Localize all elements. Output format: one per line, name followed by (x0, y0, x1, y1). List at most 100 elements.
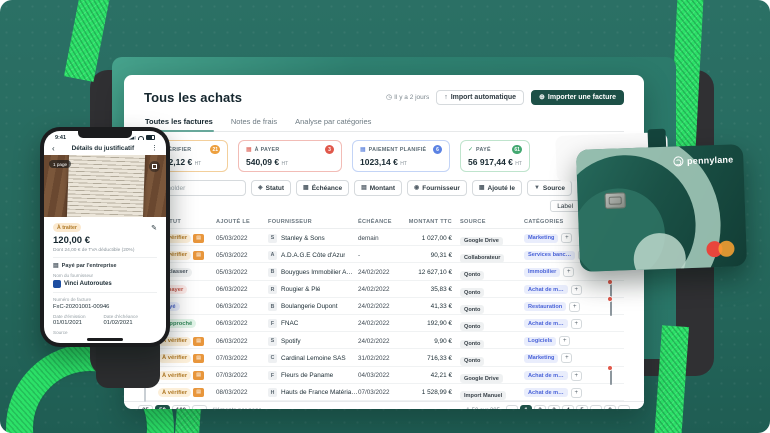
page-size-button[interactable]: ∞ (192, 405, 207, 409)
table-row[interactable]: À vérifier ▤ 08/03/2022 H Hauts de Franc… (144, 384, 624, 401)
due-date: 24/02/2022 (358, 320, 404, 327)
pencil-icon[interactable]: ✎ (151, 224, 157, 232)
table-row[interactable]: À classer ▤ 05/03/2022 B Bouygues Immobi… (144, 263, 624, 280)
tab[interactable]: Notes de frais (230, 113, 278, 131)
pennylane-logo-icon (673, 156, 683, 166)
import-invoice-button[interactable]: ⊕ Importer une facture (531, 90, 624, 105)
to-process-badge: À traiter (53, 223, 81, 232)
count-badge: 6 (433, 145, 442, 154)
add-category-button[interactable]: + (561, 233, 572, 243)
card-chip (604, 192, 626, 209)
added-date: 06/03/2022 (216, 338, 268, 345)
table-row[interactable]: Rapproché ▤ 06/03/2022 F FNAC 24/02/2022… (144, 315, 624, 332)
category-badge: Achat de m… (524, 388, 568, 397)
table-row[interactable]: À vérifier ▤ 06/03/2022 S Spotify 24/02/… (144, 332, 624, 349)
amount: 42,21 € (404, 372, 460, 379)
table-row[interactable]: À vérifier ▤ 05/03/2022 S Stanley & Sons… (144, 229, 624, 246)
status-card[interactable]: ▦ À PAYER 3 540,09 € HT (238, 140, 342, 172)
supplier-avatar: S (268, 234, 277, 243)
amount: 9,90 € (404, 338, 460, 345)
table-row[interactable]: À vérifier ▤ 05/03/2022 A A.D.A.G.E Côte… (144, 246, 624, 263)
page-button[interactable]: 5 (576, 405, 588, 409)
table-row[interactable]: À payer ▤ 06/03/2022 R Rougier & Plé 24/… (144, 281, 624, 298)
import-auto-button[interactable]: ↑ Import automatique (436, 90, 524, 105)
receipt-icon: ▤ (193, 371, 204, 380)
filter-button[interactable]: Statut (251, 180, 291, 196)
supplier-name: Hauts de France Matériaux (281, 389, 358, 396)
count-badge: 61 (512, 145, 522, 154)
filter-button[interactable]: Source (527, 180, 572, 196)
receipt-icon: ▤ (193, 354, 204, 363)
category-badge: Achat de m… (524, 319, 568, 328)
category-badge: Achat de m… (524, 371, 568, 380)
amount: 1 528,99 € (404, 389, 460, 396)
supplier-name: A.D.A.G.E Côte d'Azur (281, 252, 345, 259)
added-date: 05/03/2022 (216, 252, 268, 259)
add-category-button[interactable]: + (571, 388, 582, 398)
supplier-avatar: A (268, 251, 277, 260)
page-button[interactable]: 3 (548, 405, 560, 409)
source-badge: Google Drive (460, 374, 503, 383)
company-icon: ▤ (53, 262, 59, 269)
add-category-button[interactable]: + (571, 285, 582, 295)
table-row[interactable]: Payé ▤ 06/03/2022 B Boulangerie Dupont 2… (144, 298, 624, 315)
add-category-button[interactable]: + (571, 371, 582, 381)
page-button[interactable]: 1 (520, 405, 532, 409)
table-row[interactable]: À vérifier ▤ 07/03/2022 F Fleurs de Pana… (144, 367, 624, 384)
tab[interactable]: Analyse par catégories (294, 113, 372, 131)
page-size-button[interactable]: 25 (138, 405, 153, 409)
add-category-button[interactable]: + (571, 319, 582, 329)
next-page-button[interactable]: › (618, 405, 630, 409)
status-card-icon: ✓ (468, 147, 473, 153)
pennylane-logo: pennylane (673, 154, 734, 166)
source-badge: Collaborateur (460, 254, 504, 263)
filter-button[interactable]: Échéance (296, 180, 349, 196)
purchases-dashboard: Tous les achats ◷ Il y a 2 jours ↑ Impor… (124, 75, 644, 409)
amount: 12 627,10 € (404, 269, 460, 276)
comment-icon[interactable] (610, 366, 612, 385)
invoice-table-body: À vérifier ▤ 05/03/2022 S Stanley & Sons… (144, 229, 624, 401)
add-category-button[interactable]: + (563, 267, 574, 277)
add-category-button[interactable]: + (559, 336, 570, 346)
page-button[interactable]: 8 (604, 405, 616, 409)
comment-icon[interactable] (610, 297, 612, 316)
page-size-button[interactable]: 100 (172, 405, 190, 409)
home-indicator (87, 338, 123, 341)
supplier-avatar: B (268, 302, 277, 311)
source-badge: Import Manuel (460, 391, 506, 400)
added-date: 06/03/2022 (216, 303, 268, 310)
filter-button[interactable]: Ajouté le (472, 180, 522, 196)
mastercard-icon (706, 240, 735, 257)
source-badge: Qonto (460, 305, 484, 314)
issue-date: 01/01/2021 (53, 320, 86, 326)
receipt-icon: ▤ (193, 234, 204, 243)
label-chip[interactable]: Label (550, 200, 580, 212)
due-date: 24/02/2022 (358, 303, 404, 310)
page-button[interactable]: 2 (534, 405, 546, 409)
filter-icon (414, 185, 419, 191)
prev-page-button[interactable]: ‹ (506, 405, 518, 409)
clock-icon: ◷ (386, 93, 392, 101)
supplier-avatar: F (268, 319, 277, 328)
add-category-button[interactable]: + (569, 302, 580, 312)
wifi-icon (138, 136, 144, 140)
status-card[interactable]: ▦ PAIEMENT PLANIFIÉ 6 1023,14 € HT (352, 140, 450, 172)
add-category-button[interactable]: + (561, 353, 572, 363)
page-button[interactable]: … (590, 405, 602, 409)
filter-button[interactable]: Fournisseur (407, 180, 467, 196)
filter-button[interactable]: Montant (354, 180, 402, 196)
table-row[interactable]: À vérifier ▤ 07/03/2022 C Cardinal Lemoi… (144, 349, 624, 366)
kebab-menu-icon[interactable]: ⋮ (151, 144, 158, 152)
due-date: 31/02/2022 (358, 355, 404, 362)
source-badge: Qonto (460, 357, 484, 366)
supplier-name: Spotify (281, 338, 301, 345)
due-date: 07/03/2022 (358, 389, 404, 396)
receipt-icon: ▤ (193, 388, 204, 397)
status-card[interactable]: ✓ PAYÉ 61 56 917,44 € HT (460, 140, 530, 172)
page-size-button[interactable]: 50 (155, 405, 170, 409)
supplier-name: Fleurs de Paname (281, 372, 333, 379)
plus-circle-icon: ⊕ (539, 93, 545, 101)
expand-icon[interactable] (149, 161, 160, 172)
due-date: 24/02/2022 (358, 286, 404, 293)
page-button[interactable]: 4 (562, 405, 574, 409)
